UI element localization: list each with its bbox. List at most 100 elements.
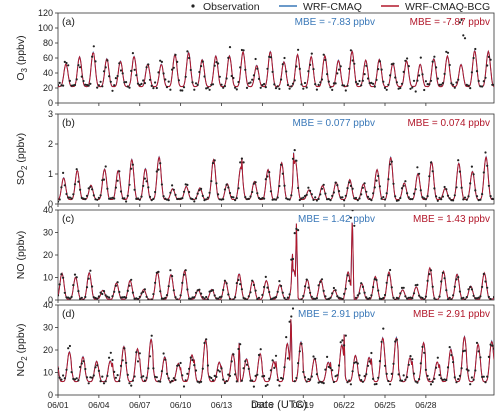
observation-point [84, 367, 87, 371]
observation-point [281, 63, 284, 66]
observation-point [329, 366, 332, 370]
observation-point [462, 198, 465, 201]
observation-point [452, 199, 455, 202]
observation-point [331, 194, 334, 197]
observation-point [305, 380, 308, 383]
observation-point [87, 187, 90, 190]
observation-point [234, 199, 237, 202]
observation-point [247, 197, 250, 200]
observation-point [223, 85, 226, 88]
observation-point [322, 53, 325, 56]
observation-point [80, 362, 83, 365]
observation-point [331, 292, 334, 295]
y-tick-label: 60 [43, 53, 53, 63]
observation-point [305, 86, 308, 89]
observation-point [108, 356, 111, 359]
observation-point [387, 379, 390, 383]
observation-point [423, 351, 426, 354]
observation-point [218, 75, 221, 78]
y-tick-label: 40 [43, 68, 53, 78]
observation-point [227, 56, 230, 60]
observation-point [150, 84, 153, 87]
observation-point [140, 195, 143, 198]
observation-point [424, 198, 427, 201]
observation-point [285, 298, 288, 300]
observation-point [404, 295, 407, 298]
observation-point [99, 380, 102, 383]
observation-point [302, 196, 305, 199]
observation-point [336, 184, 339, 187]
observation-point [172, 289, 175, 292]
observation-point [104, 165, 107, 168]
observation-point [378, 185, 381, 188]
observation-point [455, 186, 458, 189]
observation-point [157, 71, 160, 74]
observation-point [73, 183, 77, 186]
observation-point [211, 289, 215, 292]
observation-point [354, 196, 358, 200]
observation-point [99, 291, 102, 294]
observation-point [341, 339, 344, 342]
observation-point [58, 367, 60, 370]
observation-point [60, 378, 63, 381]
observation-point [220, 295, 223, 298]
observation-point [365, 190, 368, 193]
observation-point [247, 367, 250, 370]
observation-point [368, 360, 371, 363]
mbe-annotation: MBE = -7.83 ppbv [295, 17, 375, 28]
observation-point [407, 363, 410, 366]
observation-point [196, 83, 199, 86]
observation-point [274, 198, 278, 201]
observation-point [358, 374, 361, 377]
observation-point [298, 67, 301, 70]
observation-point [194, 369, 198, 372]
observation-point [234, 373, 237, 376]
observation-point [372, 286, 375, 289]
observation-point [240, 157, 243, 160]
observation-point [286, 83, 289, 87]
observation-point [346, 274, 349, 277]
x-axis-label: Date (UTC) [251, 399, 307, 411]
observation-point [244, 68, 247, 71]
observation-point [320, 78, 324, 81]
observation-point [341, 297, 344, 300]
observation-point [82, 298, 85, 300]
observation-point [343, 199, 346, 202]
observation-point [154, 190, 157, 194]
observation-point [143, 82, 146, 85]
observation-point [387, 274, 390, 277]
observation-point [264, 178, 267, 181]
observation-point [130, 167, 133, 170]
observation-point [106, 59, 109, 62]
panel-label: (d) [62, 308, 75, 320]
observation-point [329, 86, 332, 89]
observation-point [361, 79, 364, 82]
wrf-cmaq-bcg-series-line [58, 222, 494, 300]
observation-point [429, 269, 433, 272]
observation-point [72, 193, 75, 196]
observation-point [286, 296, 289, 299]
observation-point [79, 188, 82, 191]
observation-point [222, 378, 225, 381]
observation-point [366, 77, 370, 80]
observation-point [412, 192, 416, 195]
chart-panel: 0123SO2 (ppbv)(b) MBE = 0.077 ppbv MBE = 0… [15, 109, 495, 209]
observation-point [274, 87, 278, 90]
observation-point [380, 68, 383, 71]
y-tick-label: 1 [48, 169, 53, 179]
observation-point [293, 232, 296, 235]
observation-point [136, 360, 140, 363]
observation-point [77, 290, 80, 293]
observation-point [332, 191, 335, 194]
observation-point [167, 199, 170, 202]
observation-point [303, 376, 307, 379]
legend-item: WRF-CMAQ [279, 1, 362, 13]
observation-point [249, 195, 252, 198]
observation-point [194, 197, 198, 200]
observation-point [288, 293, 291, 296]
observation-point [436, 199, 439, 202]
observation-point [353, 224, 356, 227]
y-axis-label: SO2 (ppbv) [15, 133, 29, 185]
observation-point [322, 183, 325, 186]
observation-point [237, 278, 240, 282]
